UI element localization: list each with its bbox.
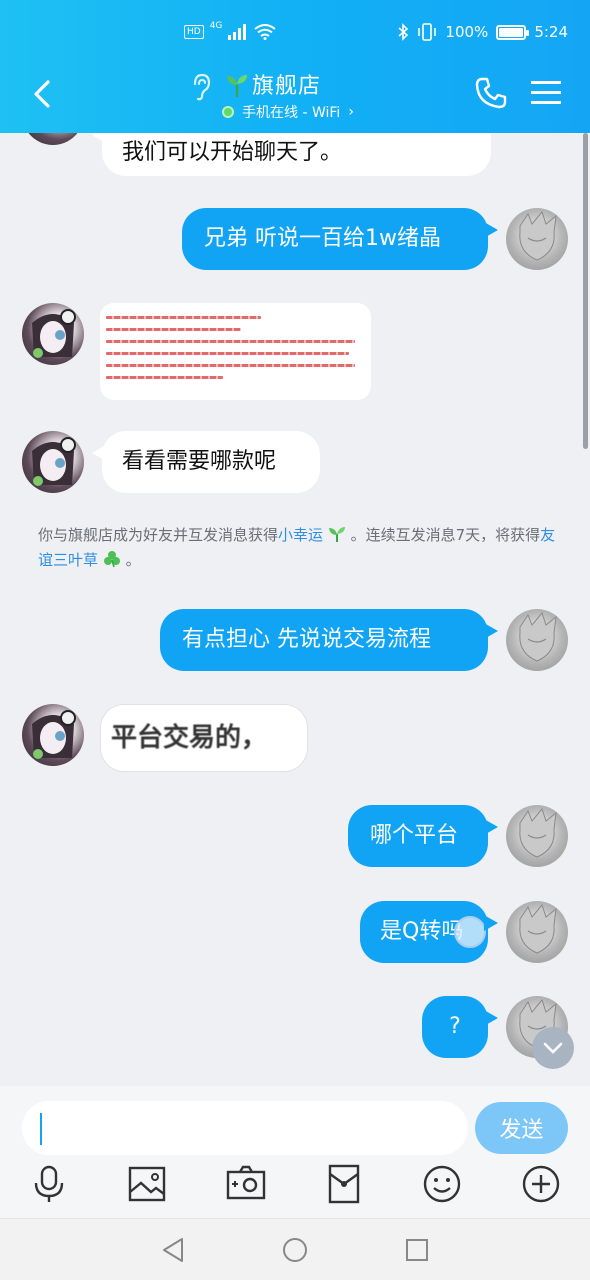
red-envelope-icon[interactable] [322,1162,366,1206]
message-text: 有点担心 先说说交易流程 [182,627,431,652]
chat-header: HD 4G 100% 5:24 旗舰店 手机在线 - WiFi › [0,0,590,133]
battery-icon [496,24,530,40]
scrollbar[interactable] [583,133,588,449]
text-caret [40,1113,42,1145]
message-input[interactable] [22,1101,468,1155]
presence-label: 手机在线 - WiFi [242,105,341,121]
network-type: 4G [209,21,223,31]
avatar[interactable] [22,133,84,145]
plus-icon[interactable] [519,1162,563,1206]
chevron-down-icon [543,1042,563,1054]
friendship-notice: 你与旗舰店成为好友并互发消息获得小幸运 。连续互发消息7天，将获得友谊三叶草 。 [38,523,558,573]
message-bubble-out[interactable]: 是Q转吗 [360,901,498,963]
wifi-icon [254,24,277,40]
nav-home-icon[interactable] [280,1235,310,1265]
emoji-icon[interactable] [420,1162,464,1206]
message-text: 哪个平台 [370,823,459,848]
nav-recents-icon[interactable] [402,1235,432,1265]
camera-icon[interactable] [224,1162,268,1206]
message-text: 是Q转吗 [380,919,464,944]
online-dot [222,106,234,118]
input-toolbar [0,1162,590,1212]
message-text: 我们可以开始聊天了。 [122,139,343,165]
avatar[interactable] [506,901,568,963]
image-message[interactable] [100,303,371,400]
message-bubble-in[interactable]: 平台交易的， [100,704,308,772]
message-text: 平台交易的， [111,723,268,753]
message-text: 看看需要哪款呢 [122,449,277,474]
composer: 发送 [0,1086,590,1218]
avatar[interactable] [22,303,84,365]
phone-icon[interactable] [474,76,508,110]
clock: 5:24 [534,23,568,41]
notice-text: 。 [125,551,141,569]
sprout-icon [328,527,345,542]
bluetooth-icon [398,23,409,41]
hd-badge: HD [184,25,204,39]
message-text: 兄弟 听说一百给1w绪晶 [204,226,441,251]
menu-icon[interactable] [530,78,562,108]
avatar[interactable] [506,609,568,671]
message-bubble-out[interactable]: 有点担心 先说说交易流程 [160,609,498,671]
status-bar: HD 4G 100% 5:24 [0,16,590,50]
avatar[interactable] [22,431,84,493]
notice-text: 你与旗舰店成为好友并互发消息获得 [38,526,279,544]
message-bubble-out[interactable]: ? [422,996,498,1058]
avatar[interactable] [506,208,568,270]
chevron-right-icon: › [348,104,354,120]
nav-back-icon[interactable] [158,1235,188,1265]
notice-text: 。连续互发消息7天，将获得 [350,526,541,544]
battery-percent: 100% [445,23,489,41]
message-bubble-out[interactable]: 哪个平台 [348,805,498,867]
message-bubble-in[interactable]: 我们可以开始聊天了。 [92,133,491,176]
touch-indicator [454,916,486,948]
back-icon[interactable] [26,76,62,112]
presence-status[interactable]: 手机在线 - WiFi › [222,102,354,122]
lucky-link[interactable]: 小幸运 [278,526,323,544]
message-list[interactable]: 我们可以开始聊天了。 兄弟 听说一百给1w绪晶 看看需要哪款呢 你与旗舰店成为好… [0,133,590,1086]
microphone-icon[interactable] [27,1162,71,1206]
send-button[interactable]: 发送 [475,1102,568,1154]
avatar[interactable] [506,805,568,867]
message-text: ? [449,1014,461,1039]
system-nav-bar [0,1218,590,1280]
message-bubble-in[interactable]: 看看需要哪款呢 [92,431,320,493]
vibrate-icon [418,23,437,41]
message-bubble-out[interactable]: 兄弟 听说一百给1w绪晶 [182,208,498,270]
chat-title: 旗舰店 [252,74,322,99]
ear-icon[interactable] [190,72,212,102]
signal-icon [228,24,247,40]
clover-icon [103,551,120,568]
scroll-to-bottom-button[interactable] [532,1027,574,1069]
avatar[interactable] [22,704,84,766]
sprout-icon [227,75,247,97]
image-icon[interactable] [125,1162,169,1206]
